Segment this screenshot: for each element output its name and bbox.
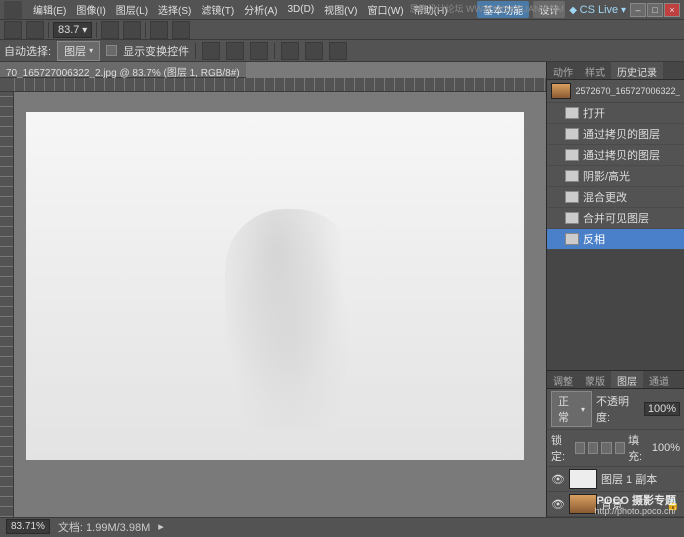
menu-layer[interactable]: 图层(L) [111, 0, 153, 19]
auto-select-dropdown[interactable]: 图层▾ [57, 41, 100, 61]
history-item-copy-layer-1[interactable]: 通过拷贝的图层 [547, 124, 684, 145]
auto-select-label: 自动选择: [4, 43, 51, 59]
tab-layers[interactable]: 图层 [611, 371, 643, 388]
tab-tool-presets[interactable]: 样式 [579, 62, 611, 79]
history-item-shadow-highlight[interactable]: 阴影/高光 [547, 166, 684, 187]
visibility-icon[interactable]: 👁 [551, 498, 565, 510]
blend-icon [565, 191, 579, 203]
history-item-merge-visible[interactable]: 合并可见图层 [547, 208, 684, 229]
close-button[interactable]: × [664, 3, 680, 17]
minimize-button[interactable]: – [630, 3, 646, 17]
maximize-button[interactable]: □ [647, 3, 663, 17]
layers-panel-tabs: 调整 蒙版 图层 通道 [547, 371, 684, 389]
menu-image[interactable]: 图像(I) [71, 0, 110, 19]
cslive-label: CS Live [580, 4, 619, 16]
merge-icon [565, 212, 579, 224]
zoom-icon[interactable] [123, 21, 141, 39]
show-transform-checkbox[interactable] [106, 45, 117, 56]
menu-3d[interactable]: 3D(D) [283, 2, 320, 17]
arrange-icon[interactable] [150, 21, 168, 39]
canvas-image[interactable] [26, 112, 524, 460]
fill-label: 填充: [628, 432, 649, 464]
canvas-viewport[interactable] [14, 92, 546, 517]
tab-history[interactable]: 历史记录 [611, 62, 663, 79]
app-toolbar: 83.7 ▾ [0, 20, 684, 40]
lock-transparency-icon[interactable] [575, 442, 585, 454]
tab-masks[interactable]: 蒙版 [579, 371, 611, 388]
layer-thumb [569, 494, 597, 514]
status-chevron-icon[interactable]: ▸ [158, 520, 164, 533]
tab-channels[interactable]: 通道 [643, 371, 675, 388]
opacity-label: 不透明度: [596, 393, 640, 425]
document-tab[interactable]: 70_165727006322_2.jpg @ 83.7% (图层 1, RGB… [0, 62, 246, 78]
status-bar: 83.71% 文档: 1.99M/3.98M ▸ [0, 517, 684, 535]
blend-mode-dropdown[interactable]: 正常▾ [551, 391, 592, 427]
panel-spacer [547, 250, 684, 370]
menu-edit[interactable]: 编辑(E) [28, 0, 71, 19]
hand-icon[interactable] [101, 21, 119, 39]
opacity-field[interactable]: 100% [644, 402, 680, 416]
menu-filter[interactable]: 滤镜(T) [196, 0, 239, 19]
adjust-icon [565, 170, 579, 182]
menu-bar: 编辑(E) 图像(I) 图层(L) 选择(S) 滤镜(T) 分析(A) 3D(D… [0, 0, 684, 20]
cslive-button[interactable]: ◆ CS Live ▾ [569, 4, 626, 16]
menu-select[interactable]: 选择(S) [153, 0, 196, 19]
snapshot-name: 2572670_165727006322_2.jpg [575, 86, 680, 96]
document-area: 70_165727006322_2.jpg @ 83.7% (图层 1, RGB… [0, 62, 546, 517]
history-item-copy-layer-2[interactable]: 通过拷贝的图层 [547, 145, 684, 166]
app-logo [4, 1, 22, 19]
bridge-icon[interactable] [4, 21, 22, 39]
open-icon [565, 107, 579, 119]
lock-pixels-icon[interactable] [588, 442, 598, 454]
zoom-field[interactable]: 83.7 ▾ [53, 22, 92, 38]
tab-actions[interactable]: 动作 [547, 62, 579, 79]
snapshot-thumb [551, 83, 571, 99]
align-icon-2[interactable] [226, 42, 244, 60]
history-item-invert[interactable]: 反相 [547, 229, 684, 250]
distribute-icon-2[interactable] [305, 42, 323, 60]
lock-all-icon[interactable] [615, 442, 625, 454]
screen-mode-icon[interactable] [172, 21, 190, 39]
lock-position-icon[interactable] [601, 442, 611, 454]
invert-icon [565, 233, 579, 245]
options-bar: 自动选择: 图层▾ 显示变换控件 [0, 40, 684, 62]
distribute-icon-1[interactable] [281, 42, 299, 60]
layer-icon [565, 149, 579, 161]
minibridge-icon[interactable] [26, 21, 44, 39]
poco-watermark: POCO 摄影专题 http://photo.poco.cn/ [594, 495, 676, 517]
menu-window[interactable]: 窗口(W) [363, 0, 409, 19]
history-panel-tabs: 动作 样式 历史记录 [547, 62, 684, 80]
show-transform-label: 显示变换控件 [123, 43, 189, 59]
visibility-icon[interactable]: 👁 [551, 473, 565, 485]
panels-dock: 动作 样式 历史记录 2572670_165727006322_2.jpg 打开… [546, 62, 684, 517]
status-zoom[interactable]: 83.71% [6, 519, 50, 534]
fill-field[interactable]: 100% [652, 442, 680, 454]
layer-row-1[interactable]: 👁 图层 1 副本 [547, 467, 684, 492]
history-item-blend-change[interactable]: 混合更改 [547, 187, 684, 208]
align-icon-3[interactable] [250, 42, 268, 60]
layer-name: 图层 1 副本 [601, 471, 657, 487]
distribute-icon-3[interactable] [329, 42, 347, 60]
align-icon-1[interactable] [202, 42, 220, 60]
menu-analysis[interactable]: 分析(A) [239, 0, 282, 19]
window-controls: – □ × [630, 3, 680, 17]
ruler-vertical[interactable] [0, 92, 14, 517]
site-watermark: 思缘设计论坛 WWW.MISSYUAN.COM [410, 2, 565, 15]
status-doc-size: 文档: 1.99M/3.98M [58, 519, 150, 535]
lock-label: 锁定: [551, 432, 572, 464]
menu-view[interactable]: 视图(V) [319, 0, 362, 19]
history-item-open[interactable]: 打开 [547, 103, 684, 124]
history-snapshot[interactable]: 2572670_165727006322_2.jpg [547, 80, 684, 103]
tab-adjustments[interactable]: 调整 [547, 371, 579, 388]
layer-thumb [569, 469, 597, 489]
main-area: 70_165727006322_2.jpg @ 83.7% (图层 1, RGB… [0, 62, 684, 517]
layer-icon [565, 128, 579, 140]
ruler-horizontal[interactable] [0, 78, 546, 92]
history-panel: 2572670_165727006322_2.jpg 打开 通过拷贝的图层 通过… [547, 80, 684, 250]
